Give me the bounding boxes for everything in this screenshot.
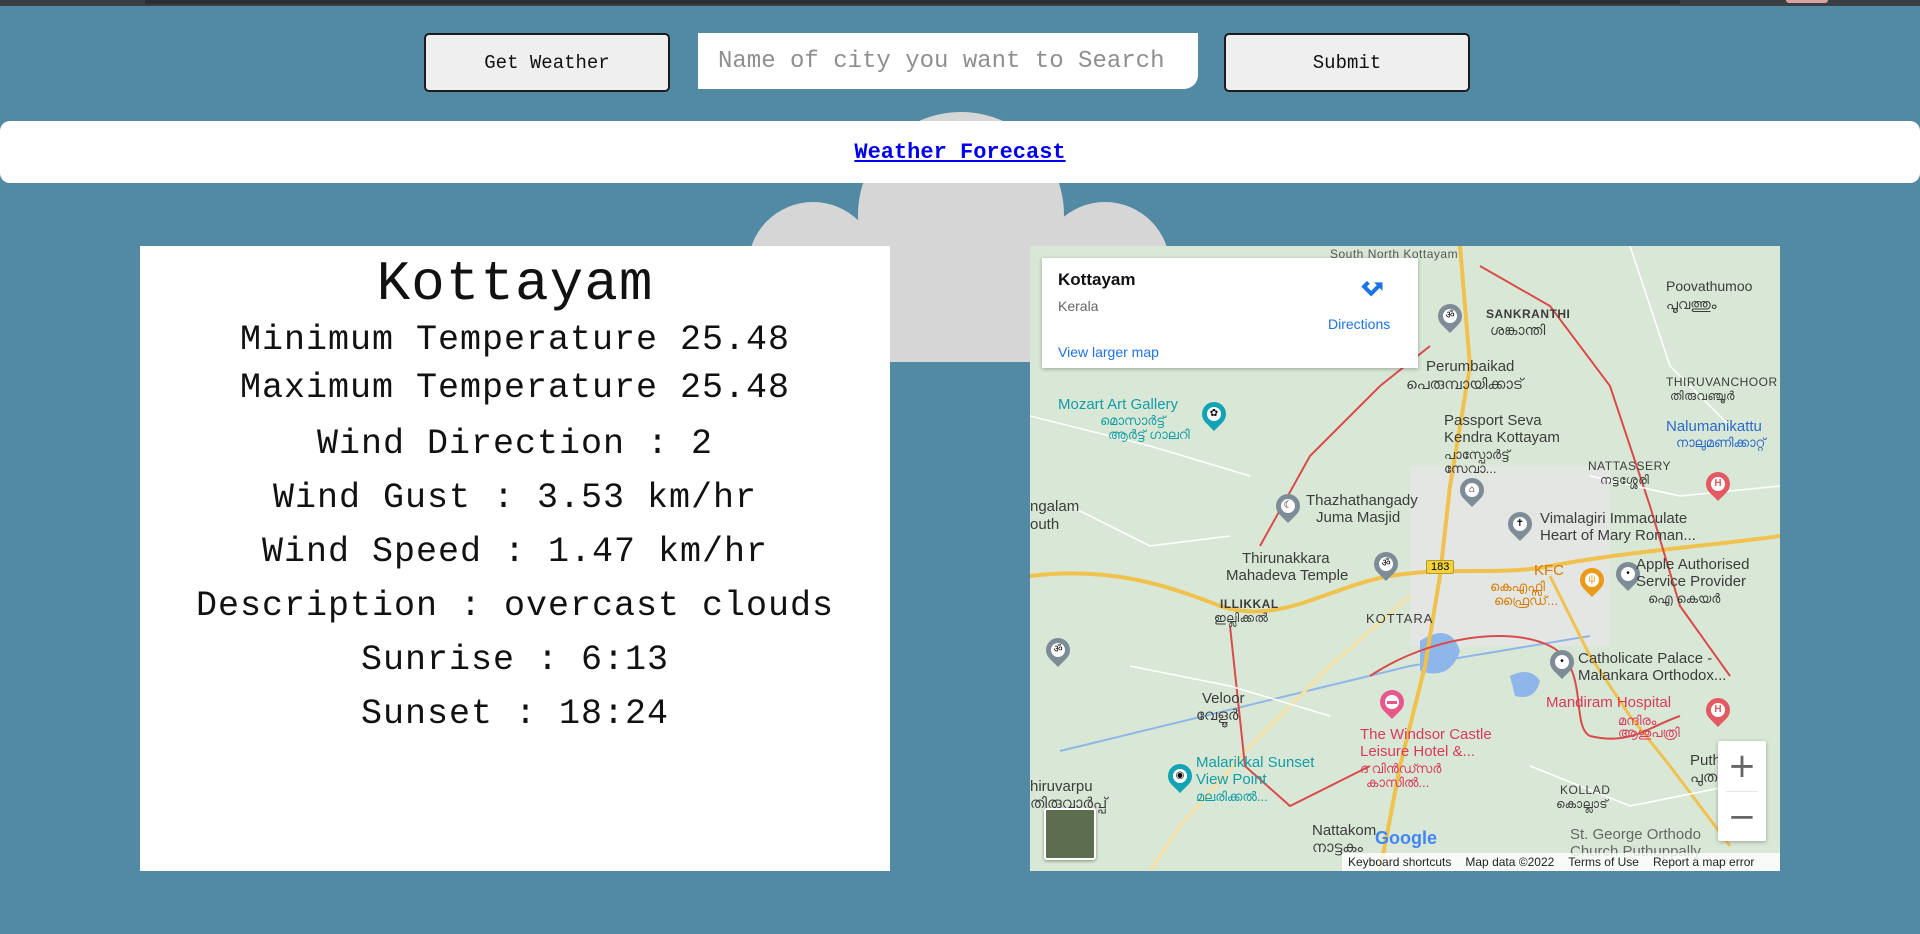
map-label-mandiram-ml2: ആശുപത്രി xyxy=(1618,725,1680,740)
map-label-catholicate2: Malankara Orthodox... xyxy=(1578,667,1727,684)
map-label-puth: Puth xyxy=(1690,752,1721,769)
weather-card: Kottayam Minimum Temperature 25.48 Maxim… xyxy=(140,246,890,871)
map-attribution: Keyboard shortcuts Map data ©2022 Terms … xyxy=(1342,853,1780,871)
map-label-mandiram: Mandiram Hospital xyxy=(1546,694,1672,711)
zoom-out-button[interactable]: − xyxy=(1718,792,1766,842)
city-search-input[interactable] xyxy=(716,46,1180,76)
map-label-puth-ml: പുത xyxy=(1690,769,1718,786)
map-label-thiruvanchoor-ml: തിരുവഞ്ചൂർ xyxy=(1670,389,1735,403)
view-larger-map-link[interactable]: View larger map xyxy=(1058,344,1159,360)
zoom-in-button[interactable]: + xyxy=(1718,741,1766,791)
weather-description: Description : overcast clouds xyxy=(195,586,835,626)
map-label-kfc: KFC xyxy=(1534,562,1564,579)
map-label-illikkal-ml: ഇല്ലിക്കൽ xyxy=(1214,611,1269,625)
map-data-text: Map data ©2022 xyxy=(1465,855,1555,869)
directions-icon[interactable] xyxy=(1360,274,1388,302)
map-label-windsor2: Leisure Hotel &... xyxy=(1360,743,1476,760)
report-map-error-link[interactable]: Report a map error xyxy=(1653,855,1754,869)
wind-direction: Wind Direction : 2 xyxy=(316,424,714,464)
map-label-sankranthi: SANKRANTHI xyxy=(1486,307,1571,321)
map-label-ngalam: ngalam xyxy=(1030,498,1080,515)
map-label-malarikkal1: Malarikkal Sunset xyxy=(1196,754,1315,771)
city-name: Kottayam xyxy=(376,252,654,316)
map-label-apple2: Service Provider xyxy=(1636,573,1747,590)
map-label-passport-ml2: സേവാ... xyxy=(1444,461,1497,476)
browser-top-strip-inner xyxy=(145,0,1680,4)
embedded-map[interactable]: Kottayam Kerala Directions View larger m… xyxy=(1030,246,1780,871)
min-temperature: Minimum Temperature 25.48 xyxy=(239,320,791,360)
map-label-veloor: Veloor xyxy=(1202,690,1245,707)
map-label-thirunakkara1: Thirunakkara xyxy=(1242,550,1330,567)
place-title: Kottayam xyxy=(1058,270,1136,289)
map-label-apple-ml: ഐ കെയർ xyxy=(1648,591,1721,606)
map-label-thazhath1: Thazhathangady xyxy=(1306,492,1418,509)
map-label-kollad-ml: കൊല്ലാട് xyxy=(1556,797,1609,811)
map-label-thazhath2: Juma Masjid xyxy=(1316,509,1401,526)
sunset-time: Sunset : 18:24 xyxy=(360,694,670,734)
city-search-field[interactable] xyxy=(698,33,1198,89)
max-temperature: Maximum Temperature 25.48 xyxy=(239,368,791,408)
map-label-perumbaikad: Perumbaikad xyxy=(1426,358,1515,375)
google-logo: Google xyxy=(1375,828,1437,848)
browser-top-pill xyxy=(1786,0,1828,3)
map-label-outh: outh xyxy=(1030,516,1060,533)
submit-button[interactable]: Submit xyxy=(1224,33,1470,92)
map-label-passport2: Kendra Kottayam xyxy=(1444,429,1560,446)
wind-gust: Wind Gust : 3.53 km/hr xyxy=(272,478,758,518)
terms-of-use-link[interactable]: Terms of Use xyxy=(1568,855,1639,869)
map-label-perumbaikad-ml: പെരുമ്പായിക്കാട് xyxy=(1406,376,1524,393)
sunrise-time: Sunrise : 6:13 xyxy=(360,640,670,680)
forecast-bar: Weather Forecast xyxy=(0,121,1920,183)
map-label-windsor-ml2: കാസിൽ... xyxy=(1366,775,1430,790)
map-label-north: South North Kottayam xyxy=(1330,247,1459,261)
map-label-nattassery-ml: നട്ടശ്ശേരി xyxy=(1600,473,1650,487)
map-label-thiruvarpu: hiruvarpu xyxy=(1030,778,1093,795)
satellite-toggle[interactable] xyxy=(1044,808,1096,860)
map-label-malarikkal2: View Point xyxy=(1196,771,1267,788)
directions-link[interactable]: Directions xyxy=(1328,316,1390,332)
weather-forecast-link[interactable]: Weather Forecast xyxy=(854,140,1065,165)
map-label-vimalagiri1: Vimalagiri Immaculate xyxy=(1540,510,1688,527)
map-label-poovathumoo: Poovathumoo xyxy=(1666,278,1753,294)
browser-top-strip xyxy=(0,0,1920,6)
map-label-mozart: Mozart Art Gallery xyxy=(1058,396,1179,413)
wind-speed: Wind Speed : 1.47 km/hr xyxy=(261,532,769,572)
map-label-windsor1: The Windsor Castle xyxy=(1360,726,1492,743)
map-label-nalumanikattu: Nalumanikattu xyxy=(1666,418,1762,435)
map-label-sankranthi-ml: ശങ്കാന്തി xyxy=(1490,322,1546,338)
get-weather-button[interactable]: Get Weather xyxy=(424,33,670,92)
map-label-mozart-ml2: ആർട്ട് ഗാലറി xyxy=(1108,427,1190,442)
map-label-veloor-ml: വേളൂർ xyxy=(1196,707,1239,724)
map-label-poovathumoo-ml: പൂവത്തും xyxy=(1666,296,1717,312)
map-label-malarikkal-ml: മലരിക്കൽ... xyxy=(1196,789,1268,804)
road-183-shield: 183 xyxy=(1426,560,1455,574)
map-label-kfc-ml2: ഫ്രൈഡ്... xyxy=(1494,593,1558,608)
map-label-stgeorge1: St. George Orthodo xyxy=(1570,826,1701,843)
place-subtitle: Kerala xyxy=(1058,298,1099,314)
map-label-vimalagiri2: Heart of Mary Roman... xyxy=(1540,527,1696,544)
map-label-apple1: Apple Authorised xyxy=(1636,556,1750,573)
map-label-kottara: KOTTARA xyxy=(1366,611,1434,626)
map-label-thirunakkara2: Mahadeva Temple xyxy=(1226,567,1349,584)
map-label-nattakom: Nattakom xyxy=(1312,822,1377,839)
map-label-catholicate1: Catholicate Palace - xyxy=(1578,650,1713,667)
map-label-nalumanikattu-ml: നാലുമണിക്കാറ്റ് xyxy=(1676,435,1766,450)
zoom-control: + − xyxy=(1718,741,1766,841)
map-label-passport1: Passport Seva xyxy=(1444,412,1542,429)
place-info-card: Kottayam Kerala Directions View larger m… xyxy=(1042,258,1418,368)
keyboard-shortcuts-link[interactable]: Keyboard shortcuts xyxy=(1348,855,1451,869)
